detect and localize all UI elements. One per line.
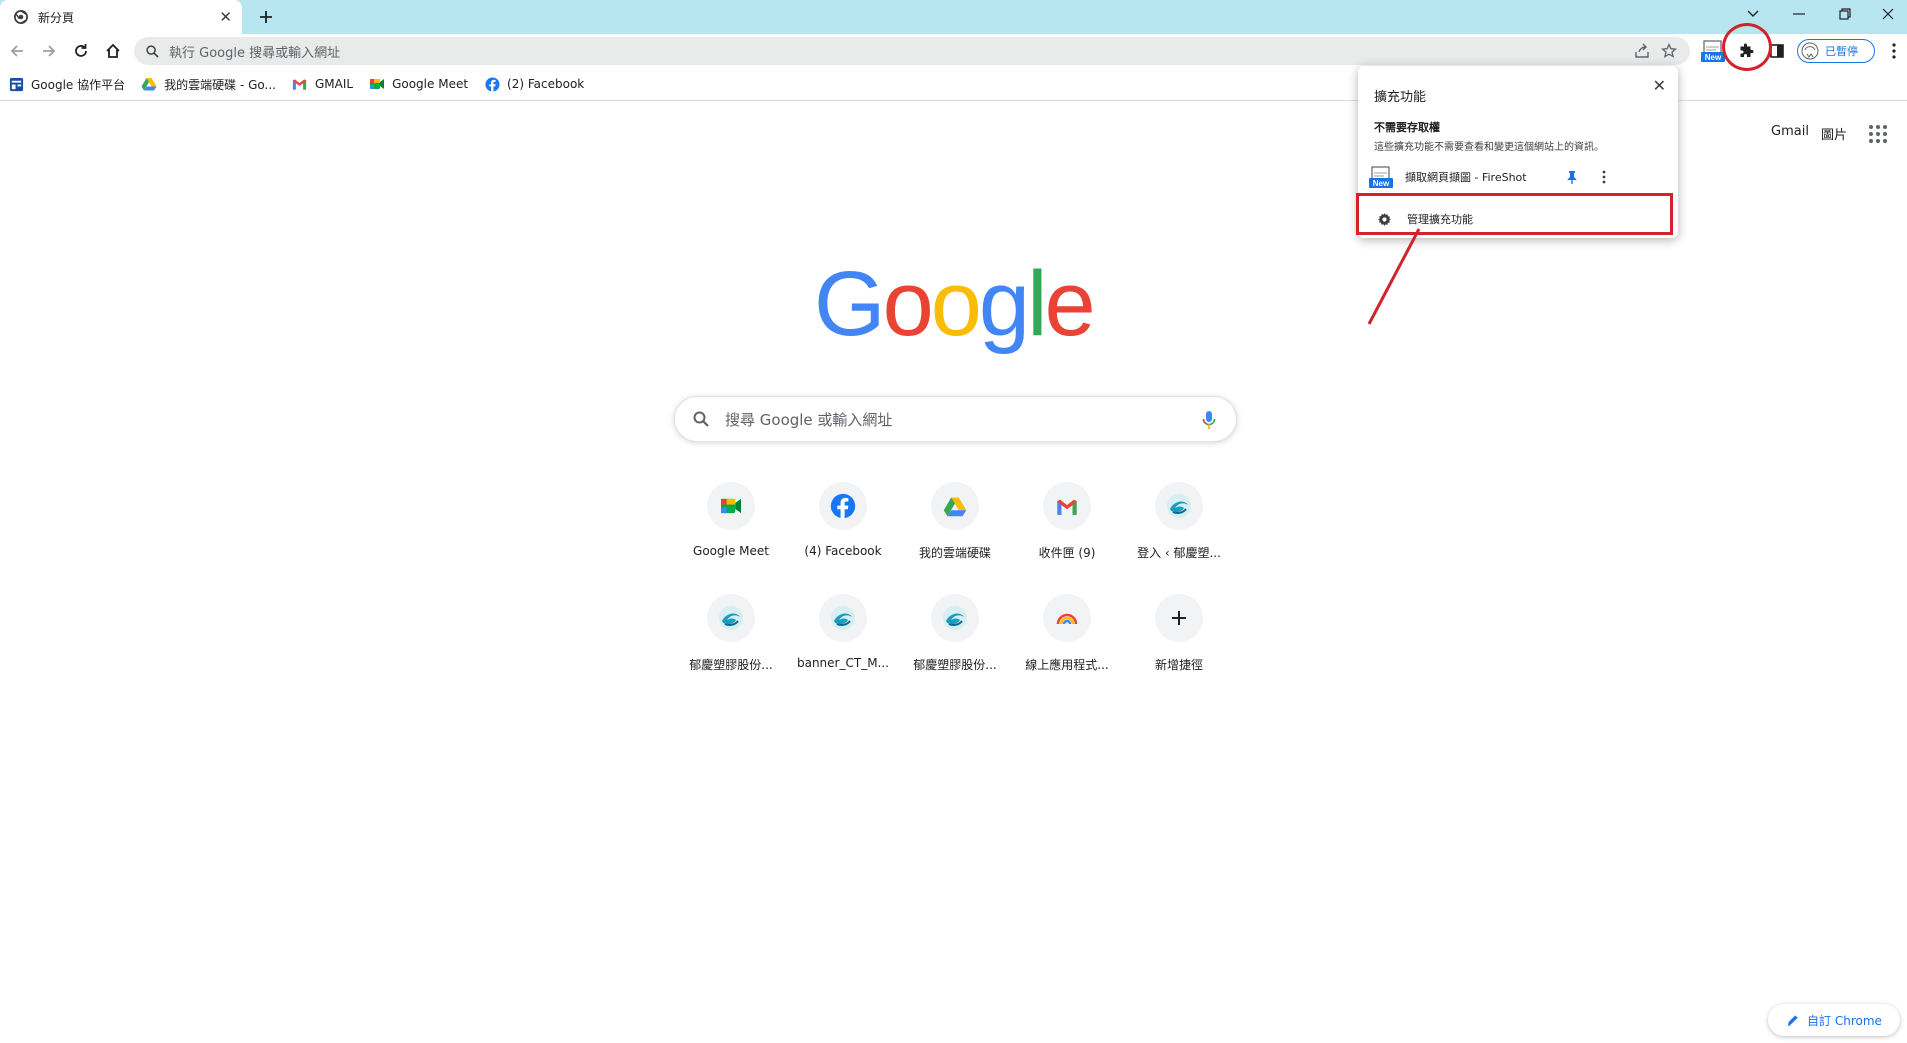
site-swirl-icon [1155,482,1203,530]
shortcut-tile[interactable]: 線上應用程式... [1011,582,1123,682]
google-meet-icon [369,76,385,92]
pencil-icon [1786,1014,1799,1027]
plus-icon [1155,594,1203,642]
facebook-icon [484,76,500,92]
google-logo: Google [814,255,1094,365]
close-icon[interactable]: ✕ [1653,76,1666,95]
profile-status: 已暫停 [1825,45,1858,58]
shortcut-label: 登入 ‹ 郁慶塑... [1137,546,1221,560]
bookmark-label: (2) Facebook [507,77,585,91]
facebook-icon [819,482,867,530]
omnibox[interactable]: 執行 Google 搜尋或輸入網址 [134,37,1690,65]
shortcut-label: 郁慶塑膠股份... [913,658,997,672]
shortcut-tile[interactable]: banner_CT_M... [787,582,899,682]
toolbar: 執行 Google 搜尋或輸入網址 New 已暫停 [0,34,1907,68]
gmail-link[interactable]: Gmail [1771,124,1809,139]
site-swirl-icon [931,594,979,642]
bookmark-label: Google Meet [392,77,469,91]
svg-text:New: New [1705,53,1722,62]
shortcut-label: 線上應用程式... [1025,658,1109,672]
add-shortcut-button[interactable]: 新增捷徑 [1123,582,1235,682]
shortcut-label: 新增捷徑 [1154,658,1203,672]
google-sites-icon [8,76,24,92]
extensions-menu-title: 擴充功能 [1374,90,1427,105]
omnibox-placeholder: 執行 Google 搜尋或輸入網址 [169,45,341,61]
bookmark-facebook[interactable]: (2) Facebook [484,76,584,92]
bookmark-google-meet[interactable]: Google Meet [369,76,468,92]
extension-item-fireshot[interactable]: New 擷取網頁擷圖 - FireShot [1358,162,1678,192]
svg-text:Google: Google [814,255,1093,355]
svg-text:New: New [1373,179,1390,188]
tab-strip: 新分頁 ✕ [0,0,1907,34]
google-apps-icon[interactable] [1868,124,1888,144]
microphone-icon[interactable] [1202,410,1216,430]
shortcut-label: Google Meet [693,544,769,558]
gmail-icon [1043,482,1091,530]
forward-button[interactable] [36,38,62,64]
new-tab-button[interactable] [254,5,278,29]
restore-button[interactable] [1822,0,1868,28]
customize-chrome-button[interactable]: 自訂 Chrome [1768,1004,1900,1036]
reload-button[interactable] [68,38,94,64]
shortcut-tile[interactable]: (4) Facebook [787,470,899,570]
gmail-icon [292,76,308,92]
annotation-highlight-circle [1722,23,1772,71]
no-access-description: 這些擴充功能不需要查看和變更這個網站上的資訊。 [1374,142,1604,153]
bookmark-google-drive[interactable]: 我的雲端硬碟 - Go... [141,76,276,93]
tab-close-icon[interactable]: ✕ [219,8,232,26]
search-icon [146,44,159,58]
avatar [1801,42,1819,60]
extension-name: 擷取網頁擷圖 - FireShot [1405,171,1527,184]
bookmark-star-icon[interactable] [1660,42,1678,60]
tab-title: 新分頁 [38,10,75,25]
annotation-arrow-line [1367,228,1420,325]
chrome-menu-icon[interactable] [1882,39,1906,63]
google-drive-icon [931,482,979,530]
shortcut-tile[interactable]: 我的雲端硬碟 [899,470,1011,570]
images-link[interactable]: 圖片 [1821,124,1847,143]
shortcut-tile[interactable]: 收件匣 (9) [1011,470,1123,570]
site-swirl-icon [819,594,867,642]
tab-new-tab[interactable]: 新分頁 ✕ [0,0,242,34]
rainbow-icon [1043,594,1091,642]
bookmark-label: 我的雲端硬碟 - Go... [164,77,276,92]
no-access-heading: 不需要存取權 [1374,121,1440,134]
bookmark-google-sites[interactable]: Google 協作平台 [8,76,125,93]
google-drive-icon [141,76,157,92]
profile-paused-chip[interactable]: 已暫停 [1797,39,1875,63]
minimize-button[interactable] [1776,0,1822,28]
bookmark-label: GMAIL [314,77,354,91]
bookmark-gmail[interactable]: GMAIL [292,76,353,92]
more-options-icon[interactable] [1602,170,1606,184]
site-swirl-icon [707,594,755,642]
bookmark-label: Google 協作平台 [31,77,126,92]
back-button[interactable] [4,38,30,64]
shortcut-tile[interactable]: 登入 ‹ 郁慶塑... [1123,470,1235,570]
shortcut-label: 我的雲端硬碟 [918,546,991,560]
chrome-icon [14,10,28,24]
shortcut-label: 收件匣 (9) [1038,546,1096,560]
shortcut-tile[interactable]: 郁慶塑膠股份... [675,582,787,682]
fireshot-extension-icon: New [1369,165,1393,189]
shortcut-label: banner_CT_M... [796,656,889,670]
customize-label: 自訂 Chrome [1807,1013,1882,1028]
share-icon[interactable] [1633,42,1651,60]
close-window-button[interactable] [1868,0,1907,28]
home-button[interactable] [100,38,126,64]
search-icon [693,411,709,427]
google-meet-icon [707,482,755,530]
ntp-search-placeholder: 搜尋 Google 或輸入網址 [725,410,893,429]
shortcut-label: (4) Facebook [804,544,882,558]
shortcut-label: 郁慶塑膠股份... [689,658,773,672]
pin-icon[interactable] [1566,170,1578,184]
ntp-search-box[interactable]: 搜尋 Google 或輸入網址 [674,396,1237,442]
shortcut-tile[interactable]: Google Meet [675,470,787,570]
shortcut-tile[interactable]: 郁慶塑膠股份... [899,582,1011,682]
